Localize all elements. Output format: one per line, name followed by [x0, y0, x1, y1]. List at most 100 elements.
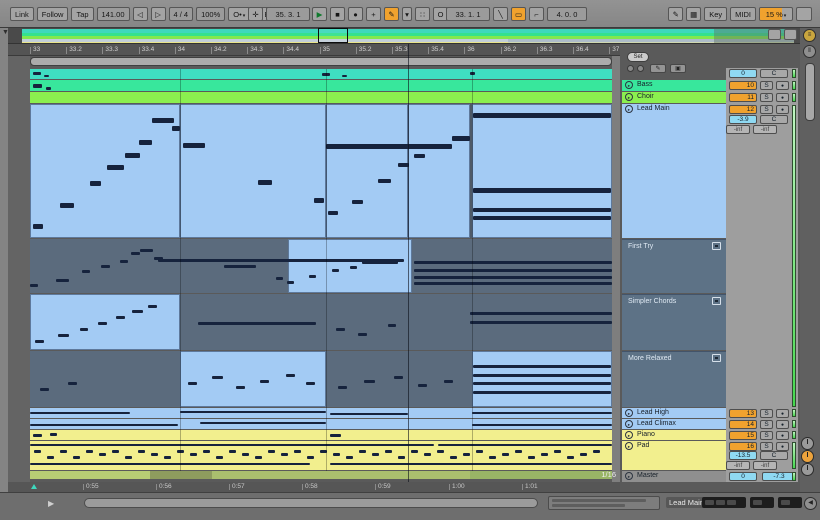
track-fold-icon[interactable]: ▸ — [625, 442, 633, 450]
track-number-box[interactable]: 13 — [729, 409, 757, 418]
track-number-box[interactable]: 11 — [729, 93, 757, 102]
solo-button[interactable]: S — [760, 442, 773, 451]
clip[interactable] — [472, 351, 612, 407]
cpu-meter[interactable]: 15 %▾ — [759, 7, 793, 21]
horizontal-zoom-scrollbar[interactable] — [30, 57, 612, 66]
lane-piano[interactable] — [30, 430, 612, 440]
lane-utility[interactable] — [30, 69, 612, 79]
send-b-knob[interactable] — [801, 450, 814, 463]
groove-amount-display[interactable]: 100% — [196, 7, 226, 21]
punch-in-icon[interactable]: ╲ — [493, 7, 508, 21]
playback-start-marker[interactable] — [31, 484, 37, 489]
track-fold-icon[interactable]: ▸ — [625, 409, 633, 417]
master-pan-display[interactable]: 0 — [729, 472, 757, 481]
send-b-display[interactable]: -inf — [753, 461, 777, 470]
track-number-box[interactable]: 16 — [729, 442, 757, 451]
loop-length-display[interactable]: 4. 0. 0 — [547, 7, 587, 21]
arm-button[interactable]: ● — [776, 105, 789, 114]
set-loop-button[interactable]: Set — [627, 52, 649, 62]
time-signature-display[interactable]: 4 / 4 — [168, 7, 194, 21]
track-header-lead-main[interactable]: ▸ Lead Main — [622, 104, 726, 238]
lane-audition-button[interactable] — [712, 354, 721, 362]
solo-button[interactable]: S — [760, 81, 773, 90]
lane-bass[interactable] — [30, 80, 612, 91]
mixer-menu-icon[interactable]: ≡ — [803, 29, 816, 42]
solo-button[interactable]: S — [760, 409, 773, 418]
arm-button[interactable]: ● — [776, 420, 789, 429]
track-header-choir[interactable]: ▸ Choir — [622, 92, 726, 103]
arrangement-overview[interactable] — [8, 28, 800, 44]
send-a-knob[interactable] — [801, 437, 814, 450]
clip-view-icon[interactable]: ▣ — [670, 64, 686, 73]
arm-button[interactable]: ● — [776, 93, 789, 102]
re-enable-automation-icon[interactable]: ∷ — [415, 7, 430, 21]
play-button[interactable]: ▶ — [312, 7, 327, 21]
automation-dot-icon[interactable] — [627, 65, 634, 72]
punch-out-icon[interactable]: ⌐ — [529, 7, 544, 21]
panel-toggle-left[interactable] — [768, 29, 781, 40]
pan-knob[interactable] — [801, 463, 814, 476]
arm-button[interactable]: ● — [776, 81, 789, 90]
track-number-box[interactable]: 12 — [729, 105, 757, 114]
volume-display[interactable]: -13.5 — [729, 451, 757, 460]
clip[interactable] — [180, 351, 326, 407]
clip[interactable] — [326, 104, 408, 238]
time-ruler[interactable]: 0:55 0:56 0:57 0:58 0:59 1:00 1:01 — [8, 482, 620, 492]
solo-button[interactable]: S — [760, 93, 773, 102]
link-button[interactable]: Link — [10, 7, 34, 21]
send-a-display[interactable]: -inf — [726, 125, 750, 134]
clip[interactable] — [150, 471, 212, 479]
expand-status-icon[interactable]: ▶ — [48, 499, 54, 508]
pan-display[interactable]: C — [760, 451, 788, 460]
automation-arm-icon[interactable]: ▾ — [402, 7, 412, 21]
tap-tempo-button[interactable]: Tap — [71, 7, 94, 21]
track-number-box[interactable]: 14 — [729, 420, 757, 429]
stop-button[interactable]: ■ — [330, 7, 345, 21]
collapse-right-icon[interactable]: ◀ — [804, 497, 817, 510]
track-number-box[interactable]: 10 — [729, 81, 757, 90]
quantize-menu-button[interactable]: O•▾ — [228, 7, 251, 21]
panel-toggle-right[interactable] — [784, 29, 797, 40]
track-fold-icon[interactable]: ▸ — [625, 431, 633, 439]
loop-start-display[interactable]: 33. 1. 1 — [446, 7, 490, 21]
track-fold-icon[interactable]: ▸ — [625, 420, 633, 428]
bar-ruler[interactable]: 33 33.2 33.3 33.4 34 34.2 34.3 34.4 35 35.2 35.3 35… — [8, 44, 620, 56]
solo-button[interactable]: S — [760, 420, 773, 429]
solo-button[interactable]: S — [760, 105, 773, 114]
clip[interactable] — [180, 104, 326, 238]
io-section-icon[interactable]: ⦀ — [803, 45, 816, 58]
computer-midi-keyboard-icon[interactable]: ▦ — [686, 7, 702, 21]
overdub-icon[interactable]: + — [366, 7, 381, 21]
take-lane-header-simpler-chords[interactable]: Simpler Chords — [622, 294, 726, 350]
vertical-scrollbar[interactable] — [805, 63, 815, 121]
clip[interactable] — [30, 471, 150, 479]
clip[interactable] — [30, 104, 180, 238]
arm-button[interactable]: ● — [776, 409, 789, 418]
track-header-master[interactable]: ▸ Master — [622, 471, 726, 482]
send-a-display[interactable]: -inf — [726, 461, 750, 470]
track-fold-icon[interactable]: ▸ — [625, 93, 633, 101]
draw-automation-icon[interactable]: ✎ — [650, 64, 666, 73]
clip[interactable] — [408, 104, 470, 238]
follow-playhead-icon[interactable]: ✛ — [248, 7, 263, 21]
take-lane-header-more-relaxed[interactable]: More Relaxed — [622, 351, 726, 407]
pan-display[interactable]: 0 — [729, 69, 757, 78]
draw-mode-icon[interactable]: ✎ — [384, 7, 399, 21]
track-header-lead-climax[interactable]: ▸ Lead Climax — [622, 419, 726, 429]
track-header-lead-high[interactable]: ▸ Lead High — [622, 408, 726, 418]
midi-map-button[interactable]: MIDI — [730, 7, 756, 21]
pan-center-display[interactable]: C — [760, 69, 788, 78]
track-fold-icon[interactable]: ▸ — [625, 105, 633, 113]
nudge-down-icon[interactable]: ◁ — [132, 7, 148, 21]
overview-viewport[interactable] — [318, 28, 348, 43]
arm-button[interactable]: ● — [776, 431, 789, 440]
arm-button[interactable]: ● — [776, 442, 789, 451]
record-button[interactable]: ● — [348, 7, 363, 21]
key-map-button[interactable]: Key — [704, 7, 728, 21]
master-volume-display[interactable]: -7.3 — [762, 472, 796, 481]
track-fold-icon[interactable]: ▸ — [625, 81, 633, 89]
take-lane-header-first-try[interactable]: First Try — [622, 239, 726, 293]
automation-dot-icon[interactable] — [637, 65, 644, 72]
loop-switch-icon[interactable]: ▭ — [511, 7, 526, 21]
track-header-piano[interactable]: ▸ Piano — [622, 430, 726, 440]
